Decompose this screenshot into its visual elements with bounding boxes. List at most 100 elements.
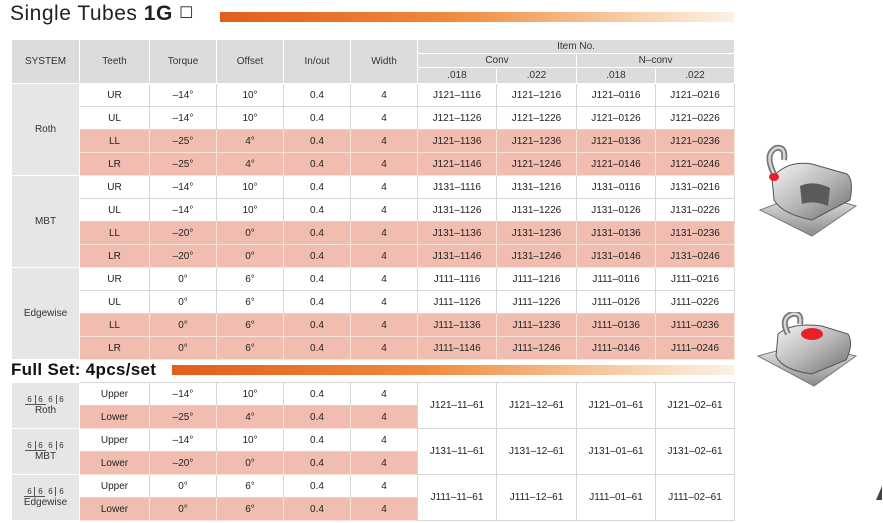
width-cell: 4 xyxy=(350,221,418,245)
table-row: UL 0° 6° 0.4 4 J111–1126 J111–1226 J111–0126 J11… xyxy=(12,290,736,314)
system-cell: Edgewise xyxy=(11,267,80,360)
full-set-heading: Full Set: 4pcs/set xyxy=(11,360,157,379)
offset-cell: 0° xyxy=(216,221,284,245)
quadrant-ll: 6 xyxy=(45,487,57,496)
item-no-cell: J131–12–61 xyxy=(496,428,577,475)
inout-cell: 0.4 xyxy=(283,267,351,291)
title-accent-bar xyxy=(220,12,734,22)
item-no-cell: J131–1126 xyxy=(417,198,497,222)
offset-cell: 6° xyxy=(216,497,284,521)
inout-cell: 0.4 xyxy=(283,474,351,498)
item-no-cell: J121–0236 xyxy=(654,129,736,153)
item-no-cell: J131–0116 xyxy=(576,175,656,199)
table-row: UL –14° 10° 0.4 4 J121–1126 J121–1226 J121–0126… xyxy=(12,106,736,130)
torque-cell: –14° xyxy=(149,106,217,130)
table-row: Roth UR –14° 10° 0.4 4 J121–1116 J121–1216 J121–… xyxy=(11,83,736,176)
item-no-cell: J111–0236 xyxy=(654,313,736,337)
item-no-cell: J131–0236 xyxy=(654,221,736,245)
torque-cell: 0° xyxy=(149,497,217,521)
item-no-cell: J131–0246 xyxy=(654,244,736,268)
width-cell: 4 xyxy=(350,290,418,314)
width-cell: 4 xyxy=(350,382,418,406)
quadrant-lr: 6 xyxy=(59,487,64,496)
item-no-cell: J111–1146 xyxy=(417,336,497,360)
item-no-cell: J111–1116 xyxy=(417,267,497,291)
offset-cell: 4° xyxy=(216,152,284,176)
torque-cell: –14° xyxy=(149,382,217,406)
inout-cell: 0.4 xyxy=(283,382,351,406)
system-name: Edgewise xyxy=(23,497,68,508)
table-row: 6 6 6 6 MBT Upper –14° 10° 0.4 4 J131–11–61 J131–12… xyxy=(11,428,735,475)
arch-cell: Lower xyxy=(79,451,150,475)
header-conv-022: .022 xyxy=(496,67,577,84)
item-no-cell: J111–1246 xyxy=(496,336,577,360)
width-cell: 4 xyxy=(350,405,418,429)
item-no-cell: J131–1246 xyxy=(496,244,577,268)
width-cell: 4 xyxy=(350,175,418,199)
item-no-cell: J121–1216 xyxy=(496,83,577,107)
offset-cell: 0° xyxy=(216,244,284,268)
item-no-cell: J121–1136 xyxy=(417,129,497,153)
offset-cell: 4° xyxy=(216,129,284,153)
inout-cell: 0.4 xyxy=(283,451,351,475)
quadrant-ul: 6 xyxy=(24,441,36,451)
quadrant-ll: 6 xyxy=(46,441,57,450)
inout-cell: 0.4 xyxy=(283,244,351,268)
inout-cell: 0.4 xyxy=(283,221,351,245)
page-title: Single Tubes 1G ☐ xyxy=(10,2,194,25)
offset-cell: 10° xyxy=(216,83,284,107)
teeth-cell: UL xyxy=(79,198,150,222)
torque-cell: 0° xyxy=(149,267,217,291)
offset-cell: 6° xyxy=(216,267,284,291)
item-no-cell: J121–0146 xyxy=(576,152,656,176)
torque-cell: –14° xyxy=(149,175,217,199)
header-item-no: Item No. xyxy=(416,39,736,54)
torque-cell: –20° xyxy=(149,244,217,268)
width-cell: 4 xyxy=(350,129,418,153)
quadrant-ur: 6 xyxy=(35,487,46,497)
header-width: Width xyxy=(350,39,418,84)
width-cell: 4 xyxy=(350,497,418,521)
table-row: 6 6 6 6 Edgewise Upper 0° 6° 0.4 4 J111–11–61 J111–… xyxy=(11,474,735,521)
table-row: LR –25° 4° 0.4 4 J121–1146 J121–1246 J121–0146 J… xyxy=(12,152,736,176)
header-nconv: N–conv xyxy=(575,53,736,68)
width-cell: 4 xyxy=(350,428,418,452)
inout-cell: 0.4 xyxy=(283,198,351,222)
quadrant-ll: 6 xyxy=(46,395,57,404)
offset-cell: 6° xyxy=(216,474,284,498)
item-no-cell: J111–1136 xyxy=(417,313,497,337)
item-no-cell: J111–0146 xyxy=(576,336,656,360)
header-conv-018: .018 xyxy=(417,67,497,84)
item-no-cell: J111–0246 xyxy=(654,336,736,360)
torque-cell: –20° xyxy=(149,451,217,475)
teeth-cell: UR xyxy=(79,267,150,291)
header-inout: In/out xyxy=(283,39,351,84)
inout-cell: 0.4 xyxy=(283,152,351,176)
item-no-cell: J111–0216 xyxy=(654,267,736,291)
quadrant-ur: 6 xyxy=(35,395,46,405)
item-no-cell: J121–0126 xyxy=(576,106,656,130)
header-system: SYSTEM xyxy=(11,39,80,84)
torque-cell: 0° xyxy=(149,290,217,314)
item-no-cell: J111–12–61 xyxy=(496,474,577,521)
system-name: MBT xyxy=(34,451,57,462)
item-no-cell: J121–1126 xyxy=(417,106,497,130)
item-no-cell: J111–0226 xyxy=(654,290,736,314)
offset-cell: 6° xyxy=(216,313,284,337)
table-row: MBT UR –14° 10° 0.4 4 J131–1116 J131–1216 J131–0… xyxy=(11,175,736,268)
item-no-cell: J121–1236 xyxy=(496,129,577,153)
item-no-cell: J131–0226 xyxy=(654,198,736,222)
arch-cell: Upper xyxy=(79,474,150,498)
teeth-cell: LL xyxy=(79,313,150,337)
single-tubes-table: SYSTEM Teeth Torque Offset In/out Width … xyxy=(11,39,736,360)
item-no-cell: J131–0126 xyxy=(576,198,656,222)
item-no-cell: J121–1246 xyxy=(496,152,577,176)
item-no-cell: J111–0136 xyxy=(576,313,656,337)
quadrant-lr: 6 xyxy=(59,441,64,450)
item-no-cell: J131–0216 xyxy=(654,175,736,199)
item-no-cell: J121–1226 xyxy=(496,106,577,130)
item-no-cell: J131–01–61 xyxy=(576,428,656,475)
teeth-cell: UL xyxy=(79,290,150,314)
item-no-cell: J121–1116 xyxy=(417,83,497,107)
quadrant-diagram: 6 6 6 6 Roth xyxy=(24,395,67,416)
